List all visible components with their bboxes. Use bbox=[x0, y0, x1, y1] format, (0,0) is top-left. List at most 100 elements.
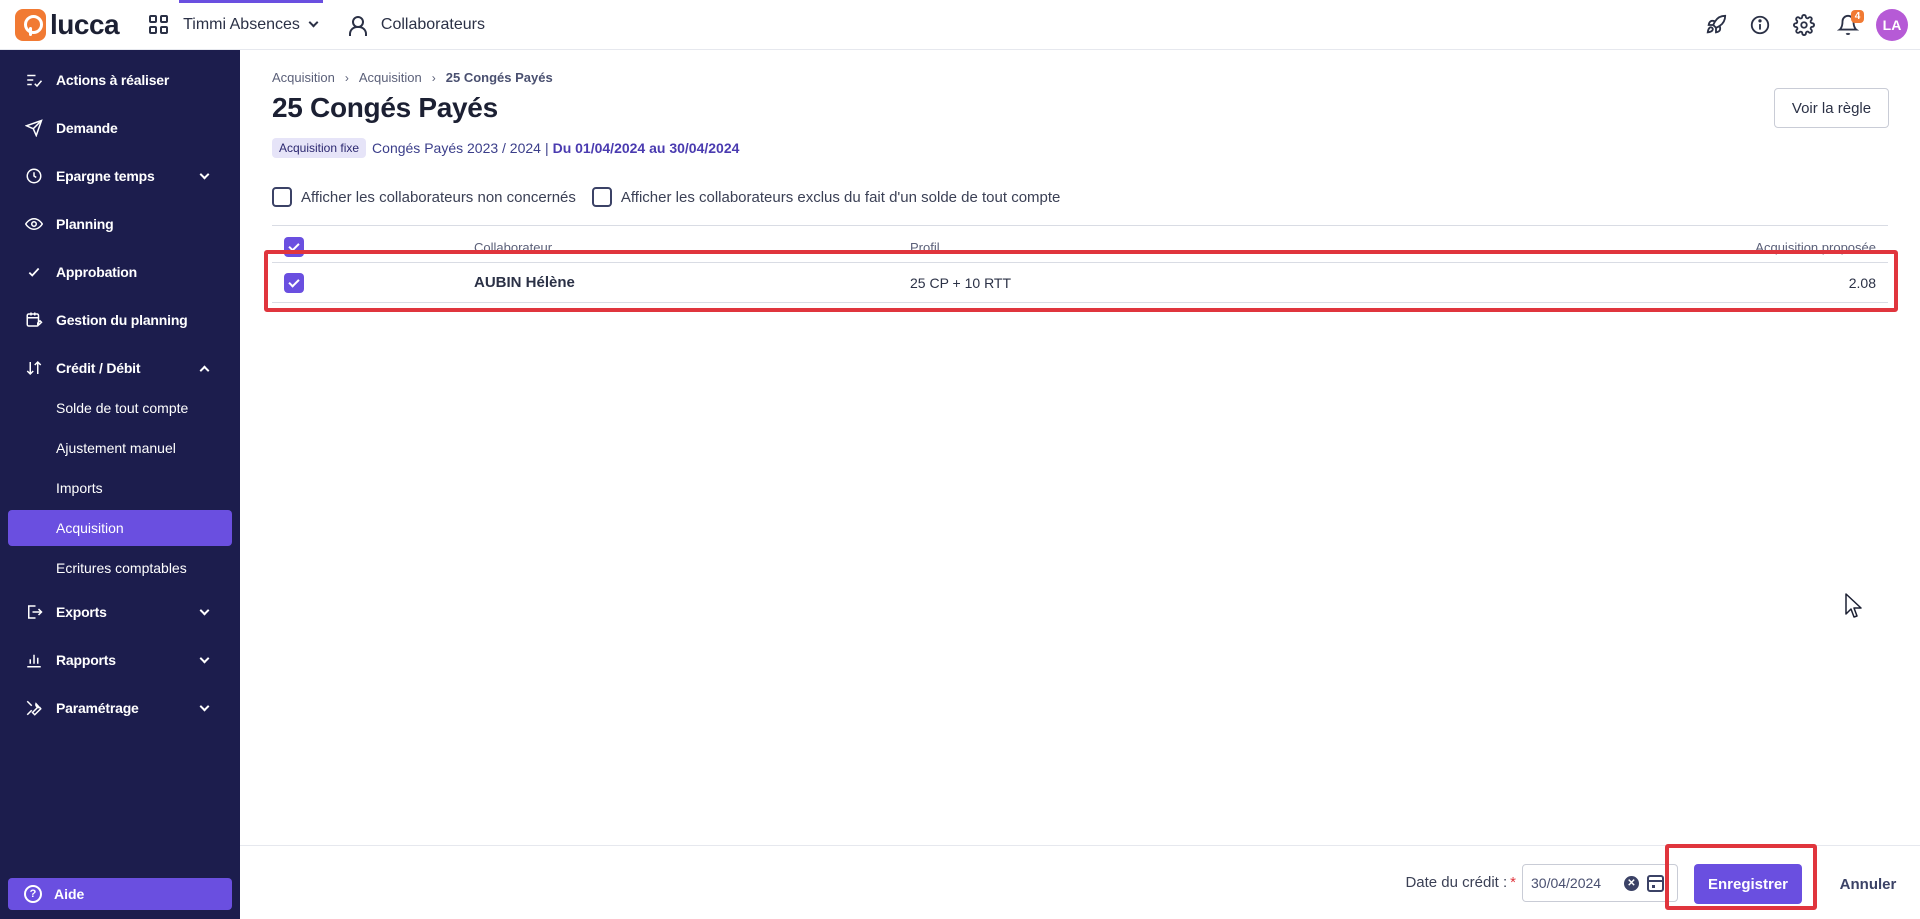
app-switcher[interactable]: Timmi Absences bbox=[149, 0, 323, 50]
sidebar-item-label: Planning bbox=[56, 216, 114, 232]
filters: Afficher les collaborateurs non concerné… bbox=[272, 187, 1076, 207]
column-header-acquisition: Acquisition proposée bbox=[1755, 240, 1876, 255]
collaborators-label: Collaborateurs bbox=[380, 15, 485, 33]
sidebar-item-parametrage[interactable]: Paramétrage bbox=[0, 687, 240, 729]
sidebar-item-demande[interactable]: Demande bbox=[0, 107, 240, 149]
breadcrumb-current: 25 Congés Payés bbox=[445, 70, 553, 85]
chevron-down-icon bbox=[308, 17, 319, 28]
sidebar-item-label: Crédit / Débit bbox=[56, 360, 141, 376]
filter-label: Afficher les collaborateurs non concerné… bbox=[301, 188, 576, 206]
chevron-down-icon bbox=[199, 169, 210, 179]
sidebar-item-rapports[interactable]: Rapports bbox=[0, 639, 240, 681]
non-concerned-checkbox[interactable] bbox=[272, 187, 292, 207]
mouse-cursor-icon bbox=[1845, 593, 1862, 618]
meta-separator: | bbox=[544, 140, 549, 156]
info-icon[interactable] bbox=[1738, 3, 1782, 47]
sidebar-item-planning[interactable]: Planning bbox=[0, 203, 240, 245]
app-name: Timmi Absences bbox=[183, 15, 300, 33]
acquisition-meta: Acquisition fixe Congés Payés 2023 / 202… bbox=[272, 138, 739, 158]
cancel-button[interactable]: Annuler bbox=[1832, 864, 1904, 904]
top-right-actions: 4 LA bbox=[1694, 0, 1920, 50]
filter-excluded[interactable]: Afficher les collaborateurs exclus du fa… bbox=[591, 187, 1060, 207]
credit-date-label-text: Date du crédit : bbox=[1405, 874, 1508, 891]
logo-text: lucca bbox=[50, 8, 120, 40]
chevron-right-icon: › bbox=[431, 70, 436, 85]
clear-icon[interactable]: ✕ bbox=[1624, 876, 1639, 891]
sidebar-subitem-label: Acquisition bbox=[56, 520, 124, 536]
collaborators-link[interactable]: Collaborateurs bbox=[348, 15, 485, 36]
column-header-collaborator: Collaborateur bbox=[474, 240, 553, 255]
calendar-icon[interactable] bbox=[1647, 875, 1664, 892]
view-rule-button[interactable]: Voir la règle bbox=[1774, 88, 1889, 128]
sidebar-subitem-label: Ajustement manuel bbox=[56, 440, 176, 456]
sidebar-subitem-label: Solde de tout compte bbox=[56, 400, 189, 416]
select-all-checkbox[interactable] bbox=[284, 237, 304, 257]
excluded-checkbox[interactable] bbox=[591, 187, 612, 207]
sort-icon bbox=[24, 358, 44, 378]
sidebar-subitem-solde[interactable]: Solde de tout compte bbox=[8, 390, 232, 426]
profile-value: 25 CP + 10 RTT bbox=[910, 275, 1012, 291]
sidebar-subitem-label: Imports bbox=[56, 480, 103, 496]
sidebar-item-label: Rapports bbox=[56, 652, 116, 668]
sidebar-item-exports[interactable]: Exports bbox=[0, 591, 240, 633]
chevron-up-icon bbox=[199, 365, 210, 375]
acquisition-value: 2.08 bbox=[1848, 275, 1876, 291]
help-label: Aide bbox=[54, 886, 85, 902]
tasks-icon bbox=[24, 70, 44, 90]
chevron-down-icon bbox=[199, 701, 210, 711]
table-header: Collaborateur Profil Acquisition proposé… bbox=[272, 225, 1888, 263]
notification-badge: 4 bbox=[1851, 10, 1864, 23]
sidebar-item-credit-debit[interactable]: Crédit / Débit bbox=[0, 347, 240, 389]
user-avatar[interactable]: LA bbox=[1876, 9, 1908, 41]
row-checkbox[interactable] bbox=[284, 273, 304, 293]
export-icon bbox=[24, 602, 44, 622]
breadcrumb-link[interactable]: Acquisition bbox=[272, 70, 335, 85]
sidebar-subitem-ecritures[interactable]: Ecritures comptables bbox=[8, 550, 232, 586]
sidebar: Actions à réaliser Demande Epargne temps… bbox=[0, 50, 240, 919]
filter-non-concerned[interactable]: Afficher les collaborateurs non concerné… bbox=[272, 187, 576, 207]
sidebar-item-gestion-planning[interactable]: Gestion du planning bbox=[0, 299, 240, 341]
gear-icon[interactable] bbox=[1782, 3, 1826, 47]
eye-icon bbox=[24, 214, 44, 234]
page-title: 25 Congés Payés bbox=[272, 92, 498, 123]
table-row[interactable]: AUBIN Hélène 25 CP + 10 RTT 2.08 bbox=[272, 263, 1888, 303]
period-range: Du 01/04/2024 au 30/04/2024 bbox=[552, 140, 740, 156]
collaborator-name: AUBIN Hélène bbox=[474, 274, 575, 291]
credit-date-label: Date du crédit : * bbox=[1405, 874, 1516, 891]
sidebar-item-epargne-temps[interactable]: Epargne temps bbox=[0, 155, 240, 197]
sidebar-item-label: Exports bbox=[56, 604, 107, 620]
rocket-icon[interactable] bbox=[1694, 3, 1738, 47]
required-marker: * bbox=[1510, 874, 1516, 891]
people-icon bbox=[348, 15, 371, 36]
sidebar-item-label: Epargne temps bbox=[56, 168, 155, 184]
send-icon bbox=[24, 118, 44, 138]
chevron-down-icon bbox=[199, 605, 210, 615]
sidebar-subitem-imports[interactable]: Imports bbox=[8, 470, 232, 506]
credit-date-input[interactable] bbox=[1531, 875, 1621, 891]
sidebar-item-approbation[interactable]: Approbation bbox=[0, 251, 240, 293]
sidebar-subitem-label: Ecritures comptables bbox=[56, 560, 187, 576]
tools-icon bbox=[24, 698, 44, 718]
breadcrumb: Acquisition › Acquisition › 25 Congés Pa… bbox=[272, 70, 553, 85]
sidebar-item-label: Approbation bbox=[56, 264, 138, 280]
help-button[interactable]: ? Aide bbox=[8, 878, 232, 910]
chevron-right-icon: › bbox=[344, 70, 349, 85]
notifications-button[interactable]: 4 bbox=[1826, 3, 1870, 47]
sidebar-item-label: Paramétrage bbox=[56, 700, 139, 716]
lucca-logo[interactable]: lucca bbox=[15, 8, 120, 41]
breadcrumb-link[interactable]: Acquisition bbox=[359, 70, 422, 85]
chart-icon bbox=[24, 650, 44, 670]
column-header-profile: Profil bbox=[910, 240, 940, 255]
sidebar-item-actions[interactable]: Actions à réaliser bbox=[0, 59, 240, 101]
lucca-logo-icon bbox=[15, 8, 46, 41]
top-bar: lucca Timmi Absences Collaborateurs 4 LA bbox=[0, 0, 1920, 50]
apps-grid-icon bbox=[149, 14, 169, 35]
sidebar-item-label: Actions à réaliser bbox=[56, 72, 170, 88]
sidebar-subitem-ajustement[interactable]: Ajustement manuel bbox=[8, 430, 232, 466]
credit-date-field[interactable]: ✕ bbox=[1522, 864, 1678, 902]
footer-actions: Date du crédit :* ✕ Enregistrer Annuler bbox=[240, 844, 1920, 919]
save-button[interactable]: Enregistrer bbox=[1694, 864, 1802, 904]
sidebar-subitem-acquisition[interactable]: Acquisition bbox=[8, 510, 232, 546]
help-icon: ? bbox=[24, 885, 42, 903]
clock-icon bbox=[24, 166, 44, 186]
